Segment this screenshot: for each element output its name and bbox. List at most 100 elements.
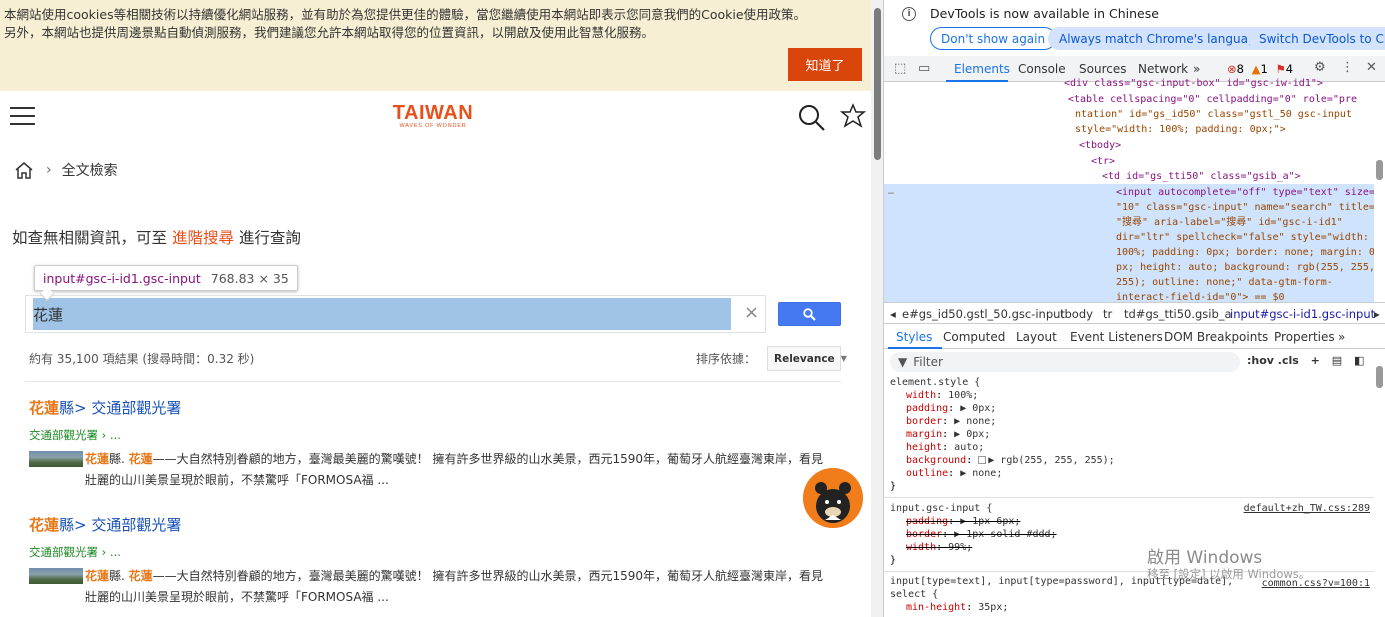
crumbs-right-arrow[interactable]: ▸ [1374,307,1380,321]
crumb-item[interactable]: e#gs_id50.gstl_50.gsc-input [902,307,1065,321]
tab-event-listeners[interactable]: Event Listeners [1070,330,1163,344]
search-result: 花蓮縣> 交通部觀光署 交通部觀光署 › ... 花蓮縣. 花蓮——大自然特別眷… [29,514,829,608]
gear-icon[interactable]: ⚙ [1314,60,1326,75]
search-input[interactable] [33,298,731,330]
computed-toggle-icon[interactable]: ▤ [1332,354,1342,367]
search-icon[interactable] [798,104,826,132]
rule-close: } [890,481,897,492]
dom-breadcrumbs: ◂ e#gs_id50.gstl_50.gsc-input tbody tr t… [884,302,1385,324]
dom-node-cont: interact-field-id="0"> == $0 [1116,292,1285,302]
crumb-item[interactable]: tbody [1060,307,1093,321]
styles-filter[interactable]: ▼ Filter [890,352,1240,372]
breadcrumb: › 全文檢索 [14,158,118,182]
dom-scrollbar-thumb[interactable] [1376,160,1383,180]
dom-node[interactable]: <table cellspacing="0" cellpadding="0" r… [1068,92,1357,107]
sort-dropdown[interactable]: Relevance ▼ [767,346,847,371]
tab-dom-breakpoints[interactable]: DOM Breakpoints [1164,330,1268,344]
dom-node-cont: px; height: auto; background: rgb(255, 2… [1116,262,1374,273]
tab-sources[interactable]: Sources [1079,62,1126,76]
results-count: 約有 35,100 項結果 (搜尋時間：0.32 秒) [29,352,255,366]
crumb-item-active[interactable]: input#gsc-i-id1.gsc-input [1230,307,1375,321]
result-snippet: 花蓮縣. 花蓮——大自然特別眷顧的地方，臺灣最美麗的驚嘆號！ 擁有許多世界級的山… [85,452,824,487]
result-url[interactable]: 交通部觀光署 › ... [29,544,829,560]
color-swatch-icon[interactable] [978,456,987,464]
cookie-line-2: 另外，本網站也提供周邊景點自動偵測服務，我們建議您允許本網站取得您的位置資訊，以… [4,25,655,40]
error-count: 8 [1236,62,1244,76]
dom-node-cont: "搜尋" aria-label="搜尋" id="gsc-i-id1" [1116,217,1343,228]
dom-node[interactable]: <td id="gs_tti50" class="gsib_a"> [1102,169,1301,184]
tab-styles[interactable]: Styles [896,330,932,344]
chevron-down-icon: ▼ [840,354,847,363]
hov-cls-toggles[interactable]: :hov .cls [1247,354,1299,367]
dom-node-cont: "10" class="gsc-input" name="search" tit… [1116,202,1374,213]
issues-count: 4 [1285,62,1294,76]
rule-source-link[interactable]: default+zh_TW.css:289 [1244,502,1370,515]
search-button[interactable] [778,302,841,326]
cookie-line-1: 本網站使用cookies等相關技術以持續優化網站服務，並有助於為您提供更佳的體驗… [4,7,807,22]
dom-node-cont: 255); outline: none;" data-gtm-form- [1116,277,1333,288]
crumb-item[interactable]: tr [1103,307,1112,321]
switch-chinese-button[interactable]: Switch DevTools to Chinese [1248,27,1385,50]
clear-icon[interactable]: × [744,302,759,323]
result-title[interactable]: 花蓮縣> 交通部觀光署 [29,397,829,418]
error-icon: ⊗ [1227,62,1237,76]
cookie-text: 本網站使用cookies等相關技術以持續優化網站服務，並有助於為您提供更佳的體驗… [4,6,806,42]
rule-divider [884,497,1374,498]
crumbs-left-arrow[interactable]: ◂ [890,307,896,321]
result-title[interactable]: 花蓮縣> 交通部觀光署 [29,514,829,535]
match-language-button[interactable]: Always match Chrome's language [1048,27,1274,50]
inspect-element-icon[interactable]: ⬚ [894,61,906,76]
more-subtabs-icon[interactable]: » [1338,330,1345,344]
dom-node[interactable]: <tr> [1091,154,1115,169]
menu-icon[interactable] [10,107,35,127]
page-scrollbar-thumb[interactable] [874,8,881,160]
logo-tagline: WAVES OF WONDER [399,123,467,129]
sort-value: Relevance [774,352,835,365]
tab-layout[interactable]: Layout [1016,330,1057,344]
dont-show-again-button[interactable]: Don't show again [930,27,1057,50]
close-icon[interactable]: ✕ [1366,60,1377,75]
home-icon[interactable] [14,161,34,179]
new-rule-icon[interactable]: + [1311,354,1320,367]
dom-node-cont: style="width: 100%; padding: 0px;"> [1075,124,1286,135]
dom-node-selected[interactable]: <input autocomplete="off" type="text" si… [1116,185,1374,200]
web-page: 本網站使用cookies等相關技術以持續優化網站服務，並有助於為您提供更佳的體驗… [0,0,871,617]
styles-scrollbar-thumb[interactable] [1376,366,1383,388]
search-result: 花蓮縣> 交通部觀光署 交通部觀光署 › ... 花蓮縣. 花蓮——大自然特別眷… [29,397,829,491]
dom-node[interactable]: <div class="gsc-input-box" id="gsc-iw-id… [1064,76,1323,91]
language-infobar: i DevTools is now available in Chinese D… [884,0,1385,56]
devtools-panel: i DevTools is now available in Chinese D… [883,0,1385,617]
cookie-accept-button[interactable]: 知道了 [788,48,862,81]
tab-network[interactable]: Network [1138,62,1188,76]
bear-icon[interactable] [839,103,867,131]
infobar-text: DevTools is now available in Chinese [930,6,1159,21]
issue-counters[interactable]: ⊗8 ▲1 ⚑4 [1227,62,1293,76]
sidebar-toggle-icon[interactable]: ◧ [1354,354,1364,367]
more-tabs-icon[interactable]: » [1193,62,1200,76]
dom-node[interactable]: <tbody> [1079,138,1121,153]
tab-computed[interactable]: Computed [943,330,1005,344]
tooltip-size: 768.83 × 35 [210,270,289,286]
result-thumbnail[interactable] [29,568,83,584]
windows-activation-watermark: 啟用 Windows [1147,548,1263,568]
tab-properties[interactable]: Properties [1274,330,1335,344]
chevron-right-icon: › [46,162,52,178]
crumb-item[interactable]: td#gs_tti50.gsib_a [1124,307,1232,321]
advanced-search-link[interactable]: 進階搜尋 [172,229,234,247]
result-thumbnail[interactable] [29,451,83,467]
site-logo[interactable]: TAIWAN WAVES OF WONDER [381,103,485,130]
node-actions-icon[interactable]: … [888,184,894,199]
windows-activation-subtext: 移至 [設定] 以啟用 Windows。 [1147,567,1311,581]
cookie-banner: 本網站使用cookies等相關技術以持續優化網站服務，並有助於為您提供更佳的體驗… [0,0,871,91]
kebab-menu-icon[interactable]: ⋮ [1341,60,1354,75]
bear-mascot-icon[interactable] [803,468,863,528]
issues-icon: ⚑ [1275,62,1286,76]
device-toolbar-icon[interactable]: ▭ [918,61,930,76]
tab-elements[interactable]: Elements [954,62,1010,76]
filter-icon: ▼ [898,355,908,369]
tab-console[interactable]: Console [1018,62,1066,76]
result-url[interactable]: 交通部觀光署 › ... [29,427,829,443]
dom-node-cont: 100%; padding: 0px; border: none; margin… [1116,247,1374,258]
warning-count: 1 [1260,62,1268,76]
hint-prefix: 如查無相關資訊，可至 [12,229,172,247]
